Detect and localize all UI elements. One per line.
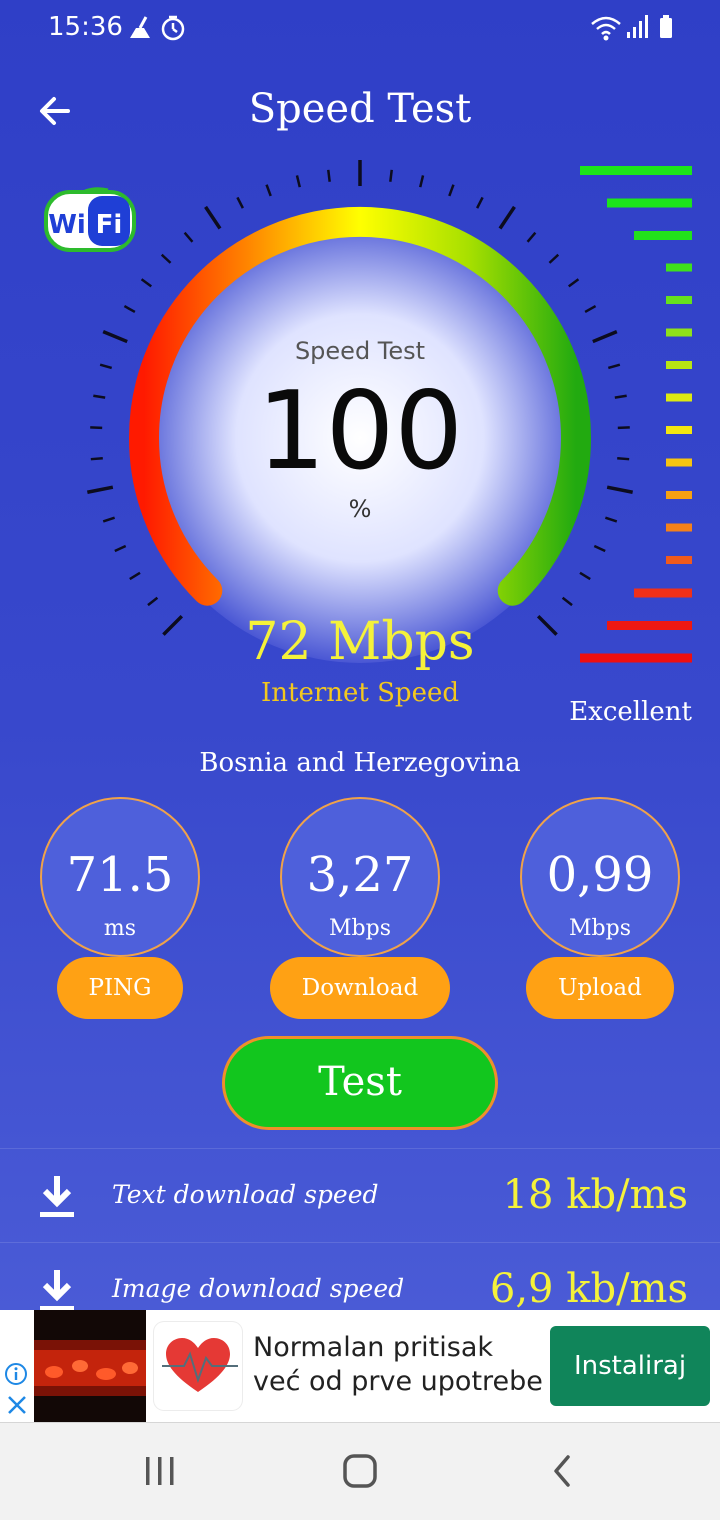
speed-test-screen: 15:36 Speed Test Wi Fi Speed Test 100 % … <box>0 0 720 1310</box>
quality-level-bar <box>666 491 692 499</box>
battery-icon <box>660 15 672 38</box>
recents-icon[interactable] <box>140 1453 180 1489</box>
system-nav-bar <box>0 1423 720 1520</box>
test-button[interactable]: Test <box>222 1036 498 1130</box>
back-nav-icon[interactable] <box>546 1453 578 1489</box>
upload-button[interactable]: Upload <box>526 957 674 1019</box>
status-bar: 15:36 <box>0 0 720 60</box>
divider <box>0 1242 720 1243</box>
ping-button[interactable]: PING <box>57 957 183 1019</box>
ad-text[interactable]: Normalan pritisak već od prve upotrebe <box>253 1331 543 1399</box>
gauge-minor-tick <box>140 278 153 288</box>
image-download-value: 6,9 kb/ms <box>489 1266 688 1310</box>
ad-close-icon[interactable] <box>6 1394 28 1416</box>
gauge-minor-tick <box>448 184 455 197</box>
divider <box>0 1148 720 1149</box>
ping-unit: ms <box>103 916 137 941</box>
quality-level-bar <box>666 458 692 467</box>
gauge-minor-tick <box>327 169 331 182</box>
gauge-minor-tick <box>147 596 159 607</box>
download-icon <box>40 1270 74 1310</box>
gauge-minor-tick <box>236 196 244 209</box>
quality-level-bar <box>666 393 692 402</box>
upload-value: 0,99 <box>546 847 654 903</box>
timer-icon <box>161 15 185 41</box>
ad-line2: već od prve upotrebe <box>253 1366 543 1397</box>
page-title: Speed Test <box>248 86 472 132</box>
cleaner-icon <box>130 16 150 38</box>
gauge-minor-tick <box>419 175 425 188</box>
gauge-minor-tick <box>526 231 537 243</box>
ping-value: 71.5 <box>66 847 174 903</box>
cell-signal-icon <box>627 15 648 38</box>
gauge-minor-tick <box>123 304 136 314</box>
quality-level-bar <box>666 328 692 337</box>
gauge-minor-tick <box>389 169 393 182</box>
download-button[interactable]: Download <box>270 957 450 1019</box>
quality-level-bar <box>607 621 692 630</box>
quality-level-bar <box>666 361 692 369</box>
quality-level-bar <box>666 556 692 564</box>
gauge-minor-tick <box>160 253 172 264</box>
gauge-minor-tick <box>476 196 484 209</box>
image-download-label: Image download speed <box>112 1274 405 1303</box>
gauge-major-tick <box>204 205 222 230</box>
text-download-label: Text download speed <box>112 1180 379 1209</box>
quality-level-bar <box>634 588 692 598</box>
ad-info-icon[interactable] <box>4 1362 28 1386</box>
quality-level-bar <box>666 426 692 434</box>
quality-level-bar <box>580 166 692 175</box>
gauge-minor-tick <box>548 253 560 264</box>
country-label: Bosnia and Herzegovina <box>199 748 521 778</box>
gauge-minor-tick <box>561 596 573 607</box>
download-circle: 3,27 Mbps <box>280 797 440 957</box>
quality-level-bar <box>666 263 692 272</box>
gauge-minor-tick <box>129 571 141 581</box>
home-icon[interactable] <box>340 1453 380 1489</box>
upload-unit: Mbps <box>569 916 631 941</box>
download-value: 3,27 <box>306 847 414 903</box>
upload-circle: 0,99 Mbps <box>520 797 680 957</box>
gauge-minor-tick <box>99 363 113 370</box>
quality-level-bar <box>607 198 692 208</box>
ping-circle: 71.5 ms <box>40 797 200 957</box>
download-icon <box>40 1176 74 1217</box>
ad-image[interactable] <box>34 1310 146 1422</box>
ad-line1: Normalan pritisak <box>253 1332 494 1363</box>
download-unit: Mbps <box>329 916 391 941</box>
quality-level-bars <box>580 166 692 663</box>
quality-label: Excellent <box>569 697 692 727</box>
quality-level-bar <box>666 296 692 304</box>
gauge-minor-tick <box>295 175 301 188</box>
quality-level-bar <box>580 653 692 663</box>
quality-level-bar <box>634 231 692 240</box>
status-time: 15:36 <box>48 12 123 42</box>
text-download-value: 18 kb/ms <box>502 1172 688 1218</box>
ad-install-button[interactable]: Instaliraj <box>550 1326 710 1406</box>
quality-level-bar <box>666 523 692 532</box>
gauge-major-tick <box>498 205 516 230</box>
gauge-minor-tick <box>183 231 194 243</box>
wifi-signal-icon <box>591 16 621 41</box>
gauge-minor-tick <box>265 184 272 197</box>
gauge-minor-tick <box>114 544 127 553</box>
ad-app-icon[interactable] <box>154 1322 242 1410</box>
